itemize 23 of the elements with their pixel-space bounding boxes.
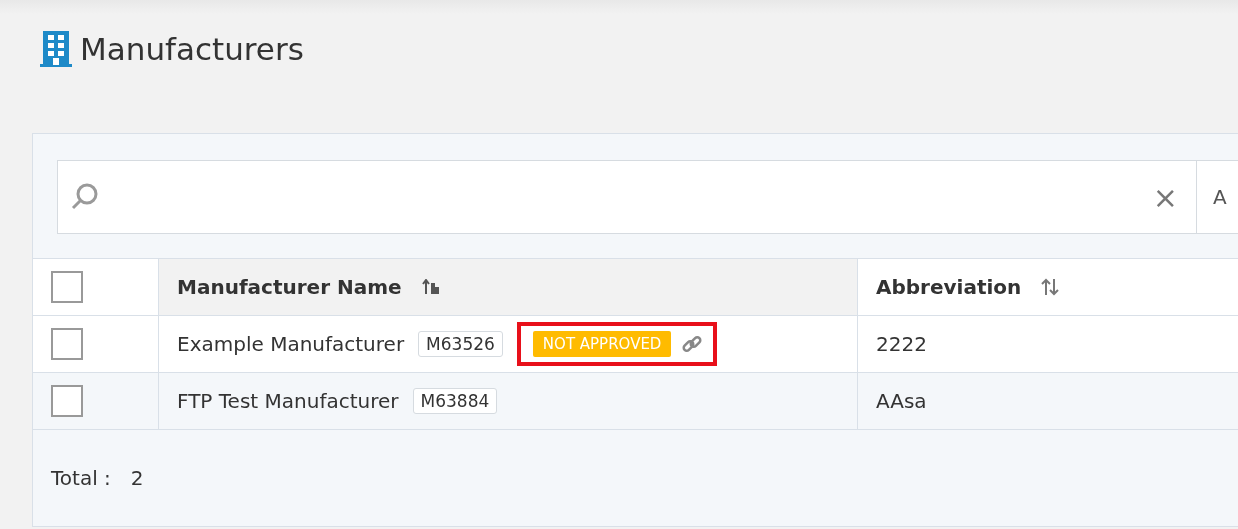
abbreviation-cell: 2222 xyxy=(876,332,927,356)
row-checkbox[interactable] xyxy=(51,385,83,417)
status-badge: NOT APPROVED xyxy=(532,331,672,357)
sort-icon xyxy=(1041,278,1060,296)
total-count: 2 xyxy=(130,466,144,490)
select-all-checkbox[interactable] xyxy=(51,271,83,303)
column-header[interactable]: Abbreviation xyxy=(858,259,1238,316)
manufacturer-name: Example Manufacturer xyxy=(177,332,405,356)
row-checkbox[interactable] xyxy=(51,328,83,360)
code-tag: M63884 xyxy=(412,388,498,414)
sort-ascending-icon xyxy=(421,279,440,295)
code-tag: M63526 xyxy=(418,331,503,357)
search-option-button[interactable]: A xyxy=(1197,160,1238,234)
column-header[interactable]: Manufacturer Name xyxy=(159,259,858,316)
manufacturer-name: FTP Test Manufacturer xyxy=(177,389,399,413)
total-label: Total : xyxy=(51,466,111,490)
link-icon[interactable] xyxy=(681,333,704,355)
search-field[interactable]: × xyxy=(57,160,1197,234)
search-icon xyxy=(70,182,100,212)
clear-button[interactable]: × xyxy=(1152,179,1178,215)
page-title: Manufacturers xyxy=(80,31,304,67)
building-icon xyxy=(40,31,72,67)
abbreviation-cell: AAsa xyxy=(876,389,927,413)
